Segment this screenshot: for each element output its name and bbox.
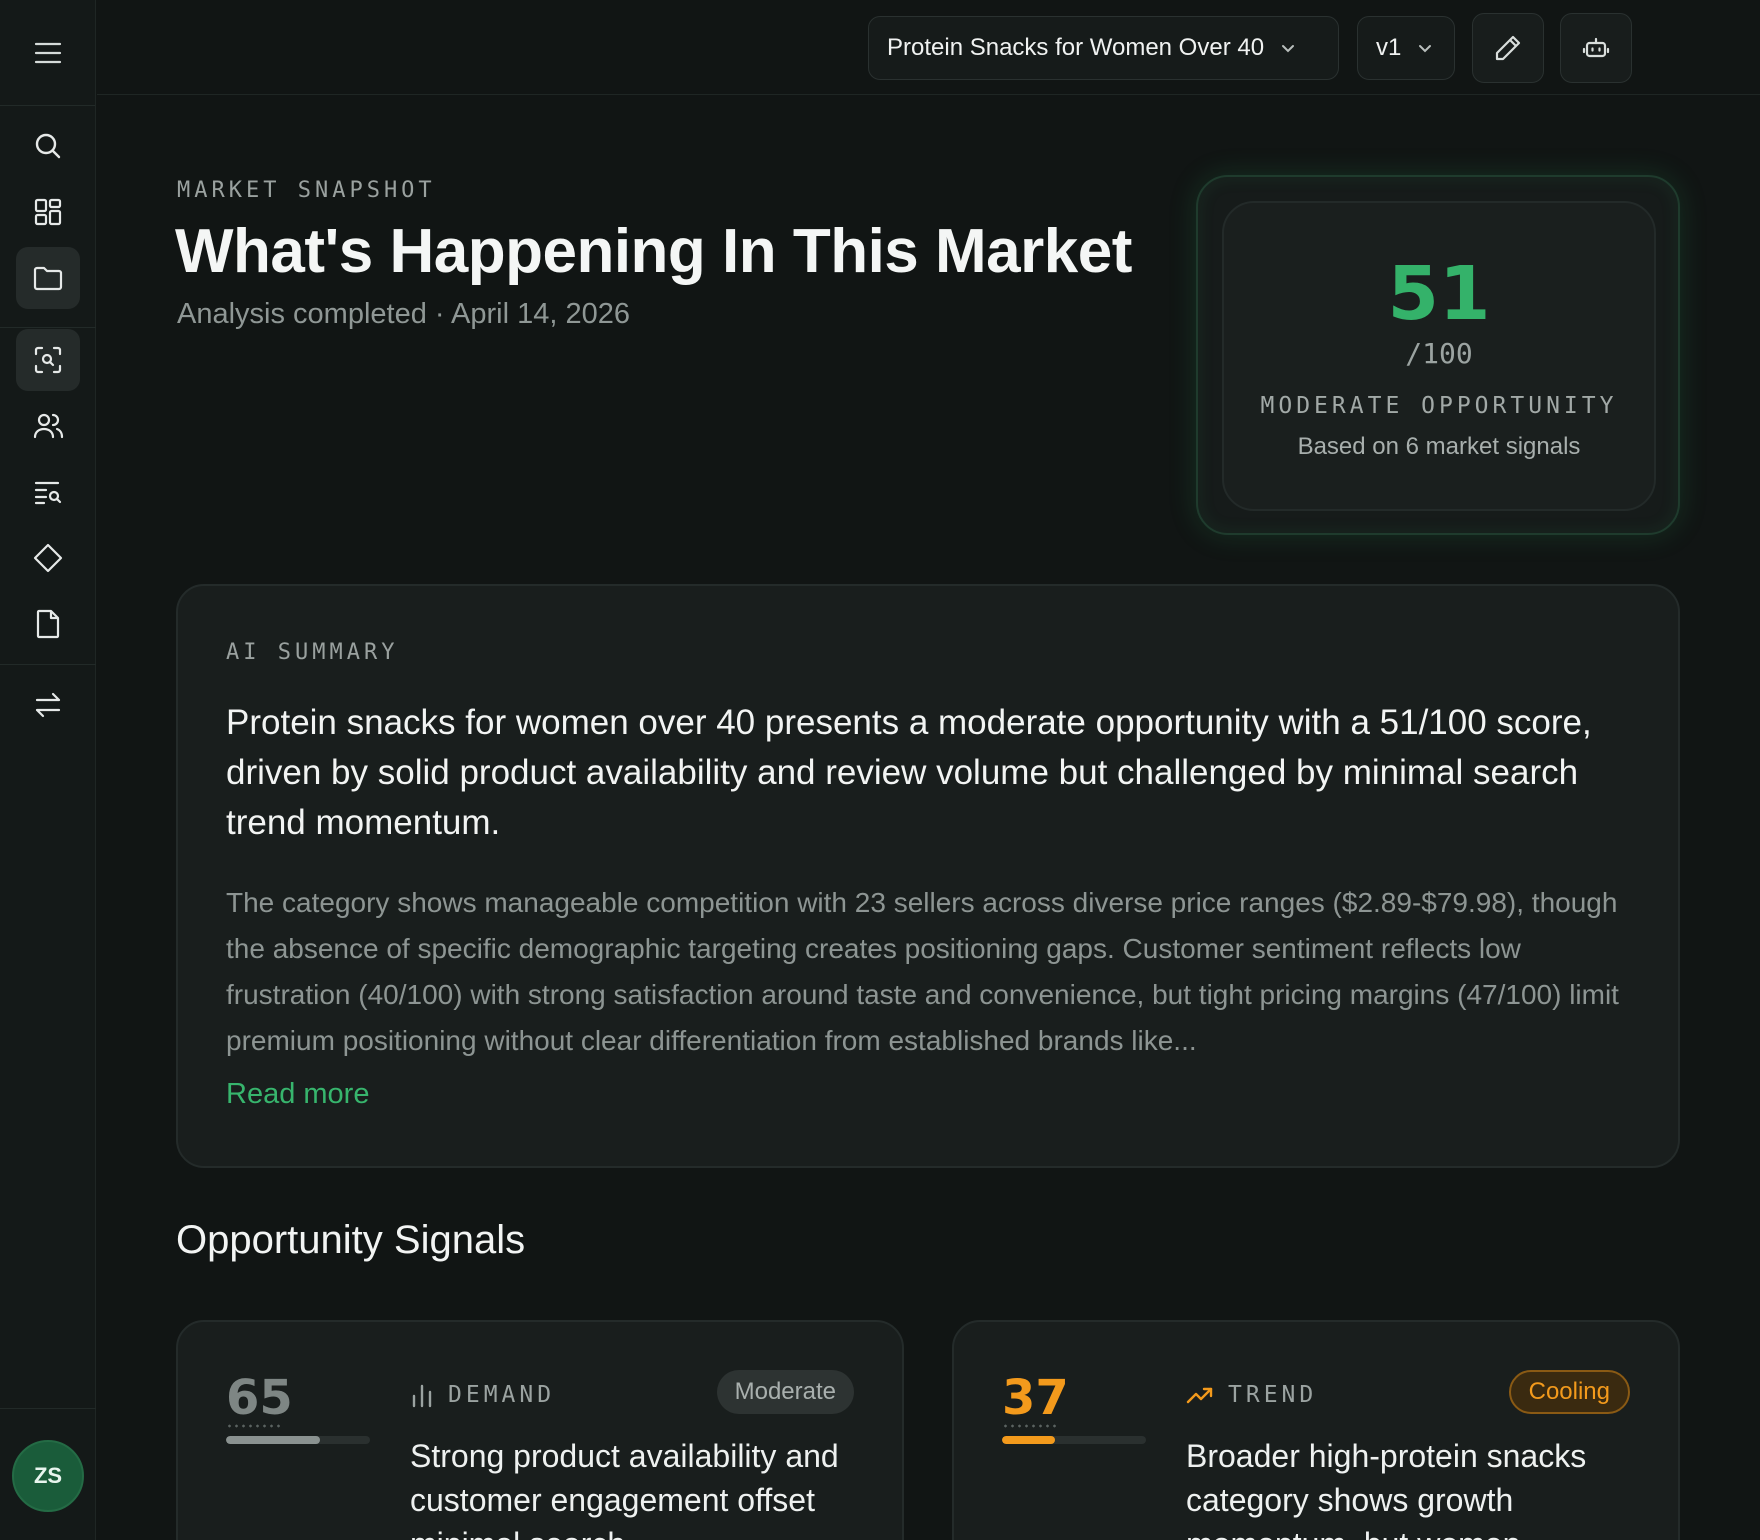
summary-eyebrow: AI SUMMARY [226, 640, 399, 665]
signal-progress-fill [1002, 1436, 1056, 1444]
sidebar-divider [0, 1408, 96, 1409]
grid-icon [33, 197, 63, 227]
bot-icon [1582, 34, 1610, 62]
bar-chart-icon [410, 1382, 434, 1408]
summary-body: The category shows manageable competitio… [226, 887, 1619, 1056]
signal-progress-bar [1002, 1436, 1146, 1444]
swap-icon [33, 690, 63, 720]
signal-description: Broader high-protein snacks category sho… [1186, 1438, 1587, 1540]
signal-score-dots [226, 1424, 280, 1428]
signal-card-demand[interactable]: 65 DEMAND Moderate Strong product availa… [176, 1320, 904, 1540]
pencil-icon [1493, 33, 1523, 63]
page-title: What's Happening In This Market [175, 217, 1132, 286]
avatar[interactable]: ZS [12, 1440, 84, 1512]
trending-up-icon [1186, 1384, 1214, 1406]
version-select-value: v1 [1376, 34, 1402, 61]
folder-icon [32, 263, 64, 293]
signal-score: 65 [226, 1370, 293, 1426]
opportunity-score-inner: 51 /100 MODERATE OPPORTUNITY Based on 6 … [1222, 201, 1656, 511]
opportunity-score-card: 51 /100 MODERATE OPPORTUNITY Based on 6 … [1196, 175, 1680, 535]
score-note: Based on 6 market signals [1297, 433, 1581, 460]
sidebar: ZS [0, 0, 96, 1540]
avatar-initials: ZS [33, 1463, 63, 1488]
diamond-icon [32, 542, 64, 574]
score-label: MODERATE OPPORTUNITY [1260, 393, 1618, 419]
sidebar-item-reports[interactable] [16, 593, 80, 655]
ai-summary-card: AI SUMMARY Protein snacks for women over… [176, 584, 1680, 1168]
list-search-icon [33, 477, 63, 507]
project-select-value: Protein Snacks for Women Over 40 [887, 34, 1265, 61]
top-bar: Protein Snacks for Women Over 40 v1 [97, 0, 1760, 95]
version-select[interactable]: v1 [1357, 16, 1455, 80]
sidebar-item-dashboard[interactable] [16, 181, 80, 243]
summary-headline: Protein snacks for women over 40 present… [226, 703, 1592, 842]
sidebar-divider [0, 664, 96, 665]
project-select[interactable]: Protein Snacks for Women Over 40 [868, 16, 1339, 80]
signal-progress-fill [226, 1436, 320, 1444]
sidebar-item-projects[interactable] [16, 247, 80, 309]
chevron-down-icon [1278, 38, 1298, 58]
sidebar-divider [0, 327, 96, 328]
sidebar-header [0, 0, 95, 106]
section-title: Opportunity Signals [176, 1218, 526, 1262]
signal-card-trend[interactable]: 37 TREND Cooling Broader high-protein sn… [952, 1320, 1680, 1540]
search-icon [33, 131, 63, 161]
sidebar-item-audience[interactable] [16, 395, 80, 457]
signal-progress-bar [226, 1436, 370, 1444]
menu-icon[interactable] [34, 41, 62, 65]
status-badge: Cooling [1508, 1370, 1630, 1414]
ai-assistant-button[interactable] [1560, 13, 1632, 83]
status-badge: Moderate [716, 1370, 854, 1414]
sidebar-item-research[interactable] [16, 461, 80, 523]
page-subtitle: Analysis completed · April 14, 2026 [177, 298, 630, 330]
file-icon [34, 608, 62, 640]
sidebar-item-search[interactable] [16, 115, 80, 177]
sidebar-item-opportunities[interactable] [16, 527, 80, 589]
sidebar-item-compare[interactable] [16, 674, 80, 736]
page-eyebrow: MARKET SNAPSHOT [177, 178, 436, 203]
scan-search-icon [33, 345, 63, 375]
edit-button[interactable] [1472, 13, 1544, 83]
signal-category-label: TREND [1228, 1382, 1318, 1408]
users-icon [32, 411, 64, 441]
signal-category: DEMAND [410, 1382, 555, 1408]
signal-score: 37 [1002, 1370, 1069, 1426]
signal-category: TREND [1186, 1382, 1317, 1408]
score-denominator: /100 [1405, 337, 1473, 370]
signal-category-label: DEMAND [448, 1382, 556, 1408]
signal-description: Strong product availability and customer… [410, 1438, 839, 1540]
read-more-link[interactable]: Read more [226, 1078, 369, 1111]
score-value: 51 [1387, 251, 1491, 337]
signal-score-dots [1002, 1424, 1056, 1428]
sidebar-item-market-scan[interactable] [16, 329, 80, 391]
chevron-down-icon [1415, 38, 1435, 58]
